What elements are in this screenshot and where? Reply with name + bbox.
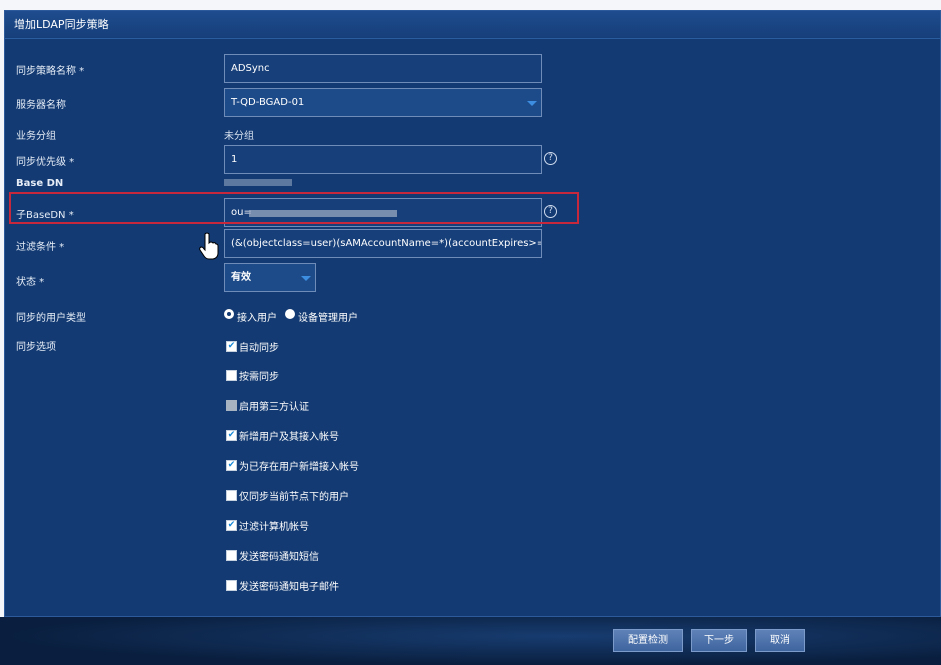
checkbox-add-account-existing[interactable]: ✔ (226, 460, 237, 471)
help-icon[interactable]: ? (544, 152, 557, 165)
radio-device-admin-user[interactable] (285, 309, 295, 319)
cancel-button[interactable]: 取消 (755, 629, 805, 652)
dialog-panel: 增加LDAP同步策略 同步策略名称 * ADSync 服务器名称 T-QD-BG… (4, 10, 941, 617)
checkbox-add-account-existing-label: 为已存在用户新增接入帐号 (239, 462, 359, 473)
filter-input[interactable]: (&(objectclass=user)(sAMAccountName=*)(a… (224, 229, 542, 258)
checkbox-auto-sync[interactable]: ✔ (226, 341, 237, 352)
status-value: 有效 (231, 272, 251, 283)
checkbox-filter-computer-accounts-label: 过滤计算机帐号 (239, 522, 309, 533)
check-config-button[interactable]: 配置检测 (613, 629, 683, 652)
checkbox-third-party-auth-label: 启用第三方认证 (239, 402, 309, 413)
dialog-title: 增加LDAP同步策略 (5, 11, 940, 39)
checkbox-send-email[interactable] (226, 580, 237, 591)
sub-base-dn-redacted (249, 210, 397, 217)
business-group-value: 未分组 (224, 131, 254, 142)
checkbox-auto-sync-label: 自动同步 (239, 343, 279, 354)
chevron-down-icon (301, 276, 311, 281)
next-button[interactable]: 下一步 (691, 629, 747, 652)
status-label: 状态 * (16, 277, 45, 288)
radio-access-user-label: 接入用户 (237, 313, 277, 324)
checkbox-on-demand-sync-label: 按需同步 (239, 372, 279, 383)
checkbox-add-user-account[interactable]: ✔ (226, 430, 237, 441)
checkbox-on-demand-sync[interactable] (226, 370, 237, 381)
help-icon[interactable]: ? (544, 205, 557, 218)
server-name-select[interactable]: T-QD-BGAD-01 (224, 88, 542, 117)
chevron-down-icon (527, 101, 537, 106)
checkbox-send-sms[interactable] (226, 550, 237, 561)
radio-access-user[interactable] (224, 309, 234, 319)
hand-cursor-icon (199, 232, 219, 260)
base-dn-redacted-value (224, 179, 292, 186)
checkbox-send-email-label: 发送密码通知电子邮件 (239, 582, 339, 593)
checkbox-third-party-auth (226, 400, 237, 411)
policy-name-label: 同步策略名称 * (16, 66, 85, 77)
checkbox-filter-computer-accounts[interactable]: ✔ (226, 520, 237, 531)
server-name-value: T-QD-BGAD-01 (231, 97, 305, 108)
server-name-label: 服务器名称 (16, 100, 66, 111)
sync-options-label: 同步选项 (16, 342, 56, 353)
sub-base-dn-label: 子BaseDN * (16, 210, 74, 221)
user-type-label: 同步的用户类型 (16, 313, 86, 324)
checkbox-add-user-account-label: 新增用户及其接入帐号 (239, 432, 339, 443)
checkbox-current-node-only[interactable] (226, 490, 237, 501)
status-select[interactable]: 有效 (224, 263, 316, 292)
business-group-label: 业务分组 (16, 131, 56, 142)
checkbox-current-node-only-label: 仅同步当前节点下的用户 (239, 492, 349, 503)
base-dn-label: Base DN (16, 178, 64, 189)
filter-label: 过滤条件 * (16, 242, 65, 253)
sub-base-dn-input[interactable]: ou= (224, 198, 542, 227)
sync-priority-label: 同步优先级 * (16, 157, 75, 168)
radio-device-admin-user-label: 设备管理用户 (298, 313, 358, 324)
checkbox-send-sms-label: 发送密码通知短信 (239, 552, 319, 563)
sync-priority-input[interactable]: 1 (224, 145, 542, 174)
policy-name-input[interactable]: ADSync (224, 54, 542, 83)
